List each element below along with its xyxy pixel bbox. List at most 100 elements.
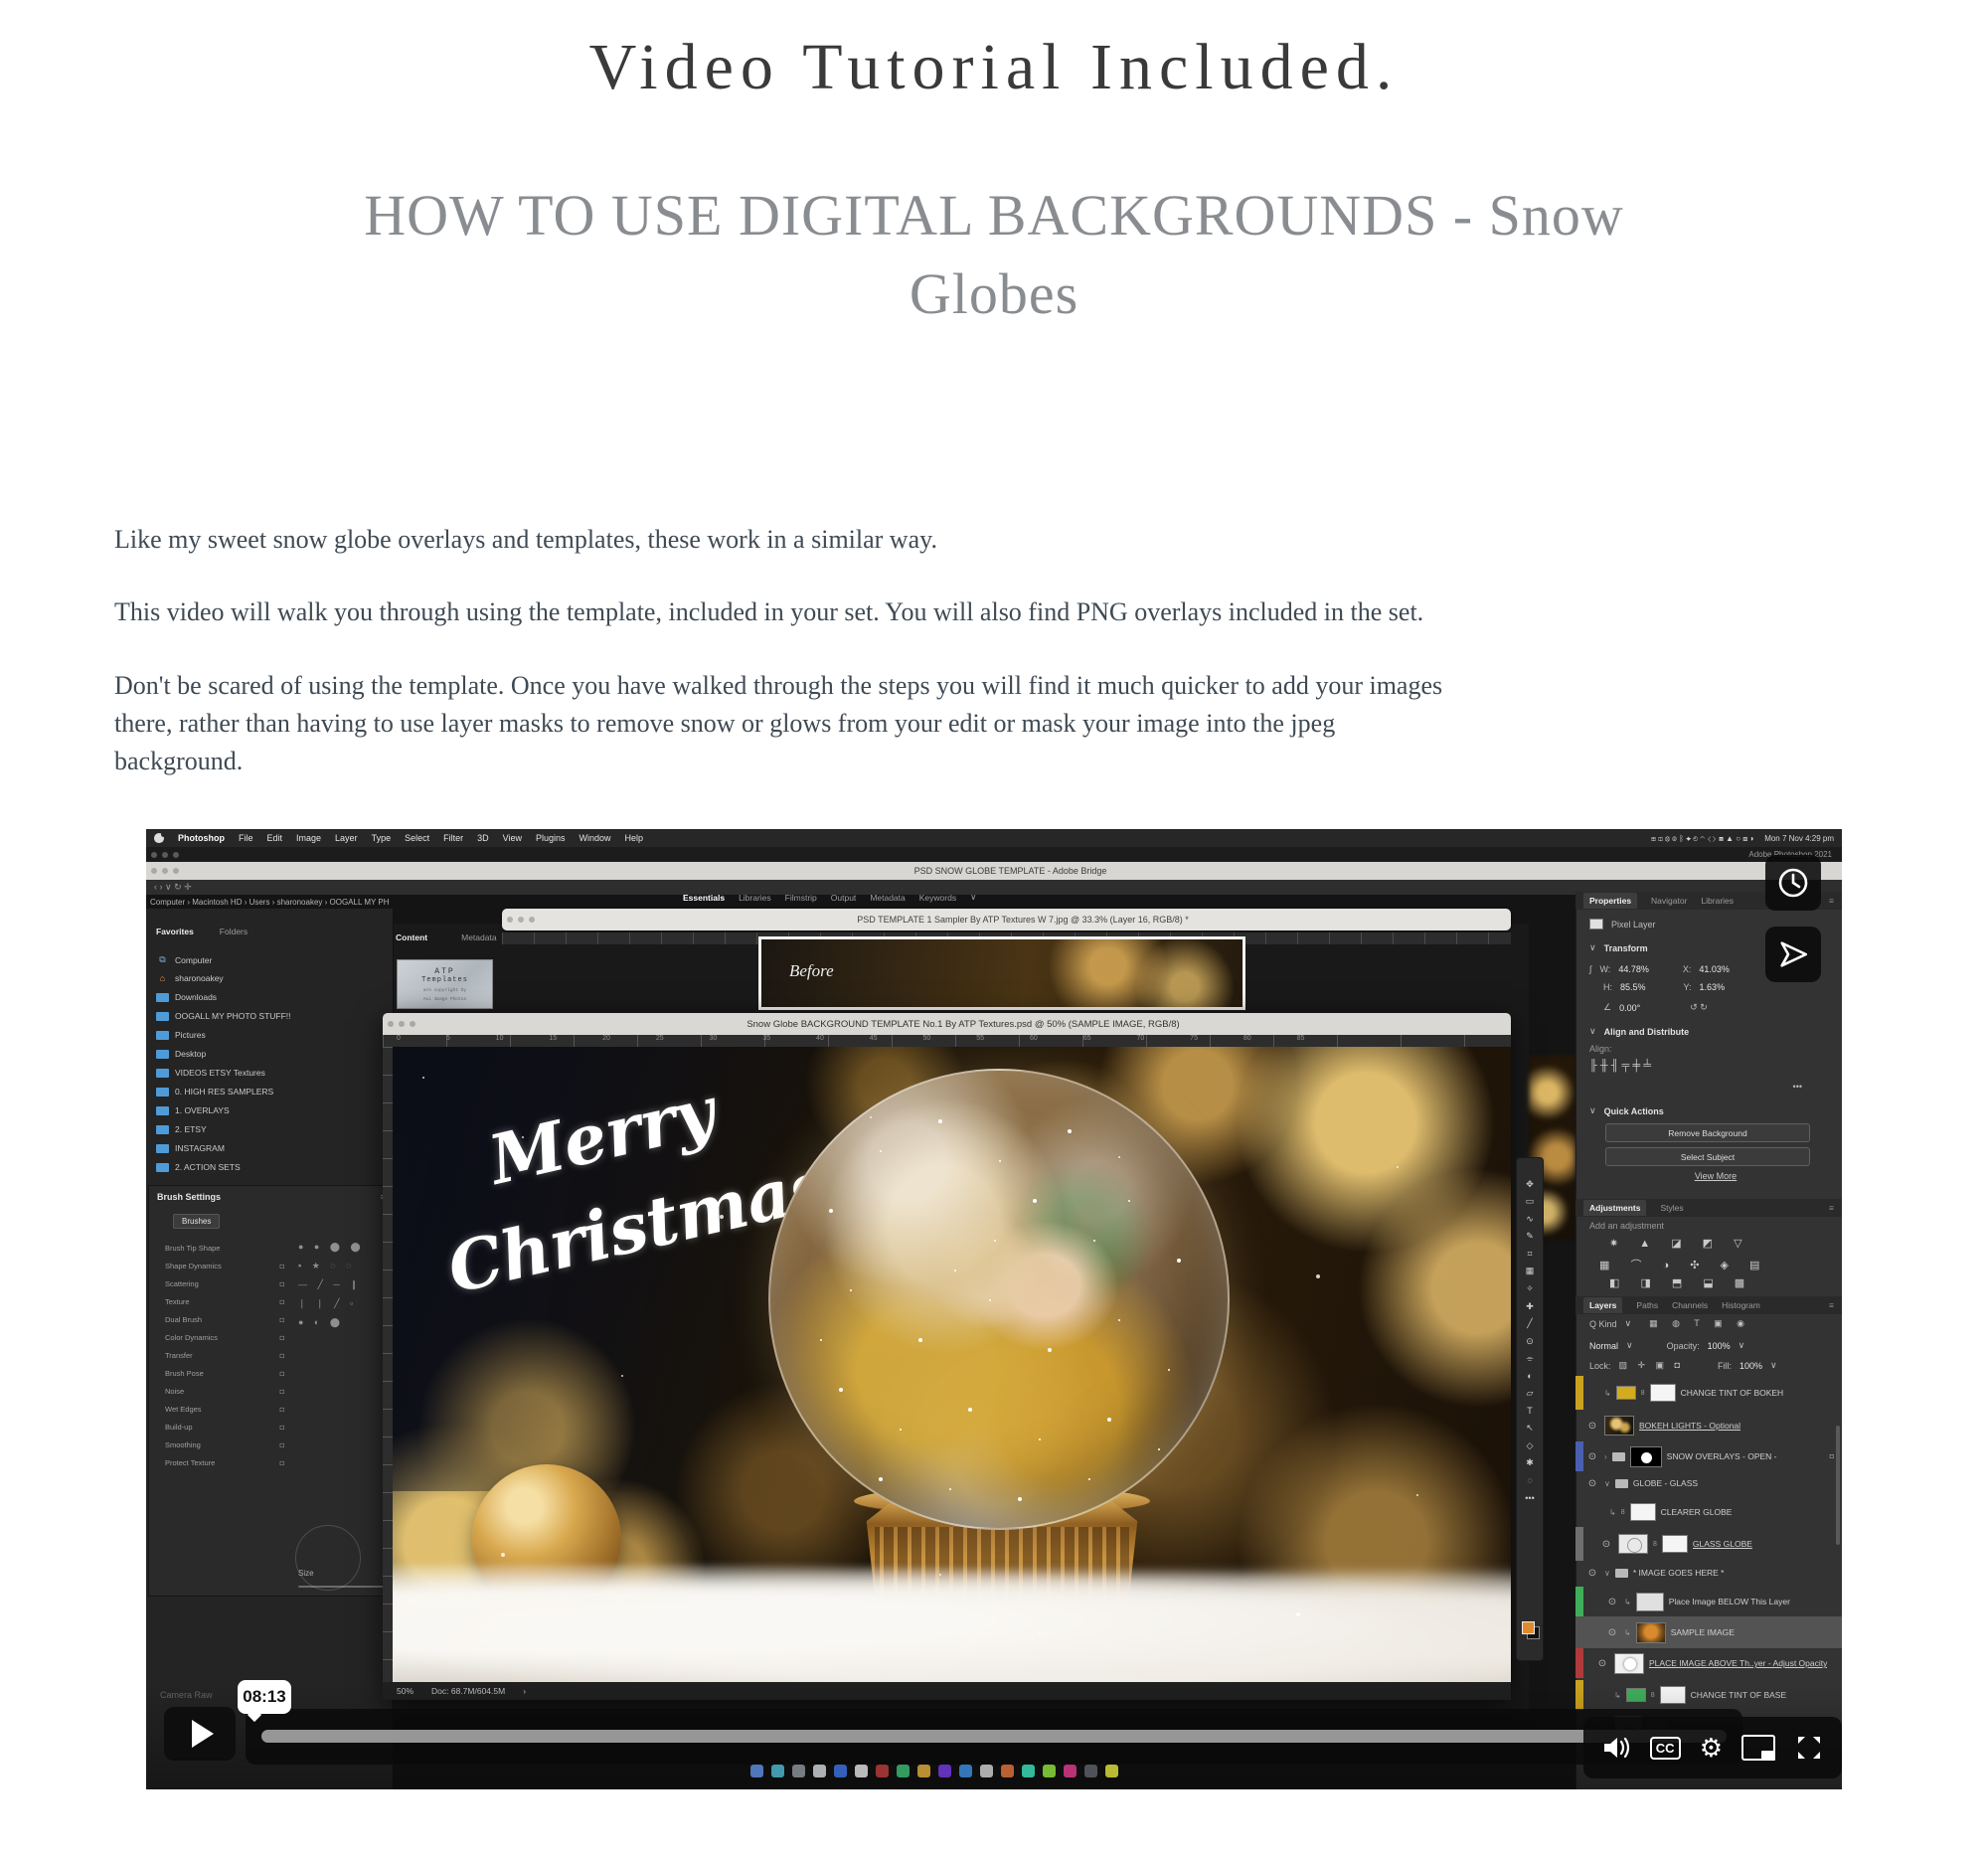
tool-icons[interactable]: ✥ ▭ ∿ ✎ ⌗ ▦ ✧ ✚ ╱ ⊙ ⌯ ◐ ▱ T ↖ ◇ ✱ ◌ ••• [1525, 1179, 1534, 1503]
layer-thumbnail[interactable] [1618, 1534, 1648, 1554]
menu-image[interactable]: Image [296, 833, 321, 843]
y-value[interactable]: 1.63% [1700, 982, 1726, 992]
layer-name[interactable]: PLACE IMAGE ABOVE Th..yer - Adjust Opaci… [1649, 1658, 1827, 1668]
menu-view[interactable]: View [503, 833, 522, 843]
quick-actions-header[interactable]: ∨ Quick Actions [1575, 1105, 1842, 1116]
menu-edit[interactable]: Edit [267, 833, 283, 843]
remove-background-button[interactable]: Remove Background [1605, 1123, 1810, 1142]
layer-row-snow-overlays[interactable]: ⊙ › SNOW OVERLAYS - OPEN - ◘ [1575, 1441, 1842, 1471]
close-window-button[interactable] [388, 1021, 394, 1027]
brush-option[interactable]: Color Dynamics◘ [165, 1333, 284, 1342]
brush-option[interactable]: Dual Brush◘ [165, 1315, 284, 1324]
volume-icon[interactable] [1601, 1734, 1631, 1762]
layer-name[interactable]: SNOW OVERLAYS - OPEN - [1667, 1451, 1777, 1461]
settings-gear-icon[interactable]: ⚙ [1700, 1735, 1723, 1761]
lock-icon[interactable]: ◘ [279, 1405, 284, 1414]
menu-plugins[interactable]: Plugins [536, 833, 566, 843]
brush-option[interactable]: Smoothing◘ [165, 1440, 284, 1449]
sidebar-item-overlays[interactable]: 1. OVERLAYS [156, 1105, 385, 1115]
tab-layers[interactable]: Layers [1583, 1297, 1622, 1313]
lock-icon[interactable]: ◘ [279, 1262, 284, 1270]
menu-layer[interactable]: Layer [335, 833, 358, 843]
sidebar-item-desktop[interactable]: Desktop [156, 1049, 385, 1059]
lock-icon[interactable]: ◘ [279, 1369, 284, 1378]
layer-row-glass-globe[interactable]: ⊙ 8 GLASS GLOBE [1575, 1527, 1842, 1561]
h-value[interactable]: 85.5% [1620, 982, 1646, 992]
layer-row-image-goes-here-group[interactable]: ⊙ ∨ * IMAGE GOES HERE * [1575, 1561, 1842, 1585]
layer-row-clearer-globe[interactable]: ↳ 8 CLEARER GLOBE [1575, 1497, 1842, 1527]
menu-app-name[interactable]: Photoshop [178, 833, 225, 843]
layer-name[interactable]: SAMPLE IMAGE [1671, 1627, 1735, 1637]
minimize-window-button[interactable] [399, 1021, 405, 1027]
more-options-icon[interactable]: ••• [1793, 1082, 1802, 1092]
visibility-eye-icon[interactable]: ⊙ [1585, 1478, 1599, 1489]
layer-thumbnail[interactable] [1630, 1446, 1662, 1467]
layer-mask-thumbnail[interactable] [1630, 1503, 1656, 1521]
fullscreen-icon[interactable] [1794, 1733, 1824, 1763]
layer-name[interactable]: GLASS GLOBE [1693, 1539, 1752, 1549]
tab-content[interactable]: Content [396, 932, 427, 942]
tab-styles[interactable]: Styles [1660, 1203, 1683, 1213]
visibility-eye-icon[interactable]: ⊙ [1595, 1658, 1609, 1669]
filter-type-icons[interactable]: ▦ ◍ T ▣ ◉ [1649, 1318, 1750, 1329]
play-button[interactable] [164, 1707, 236, 1761]
menu-3d[interactable]: 3D [477, 833, 489, 843]
layer-name[interactable]: Place Image BELOW This Layer [1669, 1597, 1790, 1606]
adjustment-icons-row-2[interactable]: ▦ ⌒ ◑ ✣ ◈ ▤ [1575, 1257, 1842, 1272]
lock-icon[interactable]: ◘ [279, 1440, 284, 1449]
group-expanded-icon[interactable]: ∨ [1604, 1569, 1610, 1578]
tab-channels[interactable]: Channels [1672, 1300, 1708, 1310]
sidebar-item-instagram[interactable]: INSTAGRAM [156, 1143, 385, 1153]
tab-libraries[interactable]: Libraries [739, 893, 771, 903]
chevron-down-icon[interactable]: ∨ [1770, 1360, 1777, 1371]
visibility-eye-icon[interactable]: ⊙ [1605, 1597, 1619, 1607]
close-window-button[interactable] [507, 917, 513, 923]
minimize-window-button[interactable] [162, 868, 168, 874]
x-value[interactable]: 41.03% [1699, 964, 1730, 974]
layer-name[interactable]: GLOBE - GLASS [1633, 1478, 1698, 1488]
visibility-eye-icon[interactable]: ⊙ [1599, 1539, 1613, 1550]
align-icons-row[interactable]: ╟ ╫ ╢ ╤ ╪ ╧ [1575, 1060, 1842, 1072]
background-document-bar[interactable]: PSD TEMPLATE 1 Sampler By ATP Textures W… [502, 909, 1511, 930]
tab-navigator[interactable]: Navigator [1651, 896, 1687, 906]
tab-adjustments[interactable]: Adjustments [1583, 1200, 1646, 1216]
lock-icon[interactable]: ◘ [279, 1387, 284, 1396]
layer-row-globe-glass-group[interactable]: ⊙ ∨ GLOBE - GLASS [1575, 1471, 1842, 1495]
group-collapsed-icon[interactable]: › [1604, 1452, 1607, 1461]
tab-libraries-panel[interactable]: Libraries [1701, 896, 1734, 906]
w-value[interactable]: 44.78% [1618, 964, 1649, 974]
opacity-value[interactable]: 100% [1708, 1341, 1731, 1351]
brush-option[interactable]: Noise◘ [165, 1387, 284, 1396]
brush-option[interactable]: Protect Texture◘ [165, 1458, 284, 1467]
layer-name[interactable]: CLEARER GLOBE [1661, 1507, 1733, 1517]
panel-menu-icon[interactable]: ≡ [1829, 896, 1842, 906]
tab-folders[interactable]: Folders [220, 927, 248, 936]
visibility-eye-icon[interactable]: ⊙ [1605, 1627, 1619, 1638]
align-more-row[interactable]: ••• [1575, 1082, 1842, 1092]
menu-help[interactable]: Help [625, 833, 644, 843]
tab-essentials[interactable]: Essentials [683, 893, 725, 903]
lock-icons[interactable]: ▨ ✛ ▣ ◘ [1619, 1360, 1685, 1371]
document-canvas[interactable]: Merry Christmas! [393, 1047, 1511, 1682]
close-window-button[interactable] [151, 868, 157, 874]
align-section-header[interactable]: ∨ Align and Distribute [1575, 1026, 1842, 1037]
minimize-window-button[interactable] [162, 852, 168, 858]
video-player[interactable]: Photoshop File Edit Image Layer Type Sel… [146, 829, 1842, 1789]
view-more-link[interactable]: View More [1695, 1171, 1737, 1181]
mac-dock[interactable] [750, 1765, 1118, 1777]
brush-option[interactable]: Scattering◘ [165, 1279, 284, 1288]
brush-option[interactable]: Wet Edges◘ [165, 1405, 284, 1414]
layer-thumbnail[interactable] [1636, 1593, 1664, 1611]
photoshop-toolbar[interactable]: ✥ ▭ ∿ ✎ ⌗ ▦ ✧ ✚ ╱ ⊙ ⌯ ◐ ▱ T ↖ ◇ ✱ ◌ ••• [1516, 1157, 1544, 1661]
layer-row-place-image-below[interactable]: ⊙ ↳ Place Image BELOW This Layer [1575, 1587, 1842, 1616]
sidebar-item-videos-etsy[interactable]: VIDEOS ETSY Textures [156, 1068, 385, 1078]
adjustment-icons-row-3[interactable]: ◧ ◨ ⬒ ⬓ ▩ [1575, 1276, 1842, 1289]
tab-metadata-bridge[interactable]: Metadata [461, 932, 496, 942]
lock-icon[interactable]: ◘ [279, 1423, 284, 1432]
menu-window[interactable]: Window [580, 833, 611, 843]
breadcrumb[interactable]: Computer › Macintosh HD › Users › sharon… [150, 898, 568, 907]
layer-thumbnail[interactable] [1616, 1386, 1636, 1400]
layer-row-place-image-above[interactable]: ⊙ PLACE IMAGE ABOVE Th..yer - Adjust Opa… [1575, 1648, 1842, 1678]
sidebar-item-photo-stuff[interactable]: OOGALL MY PHOTO STUFF!! [156, 1011, 385, 1021]
brushes-tab[interactable]: Brushes [173, 1214, 220, 1229]
